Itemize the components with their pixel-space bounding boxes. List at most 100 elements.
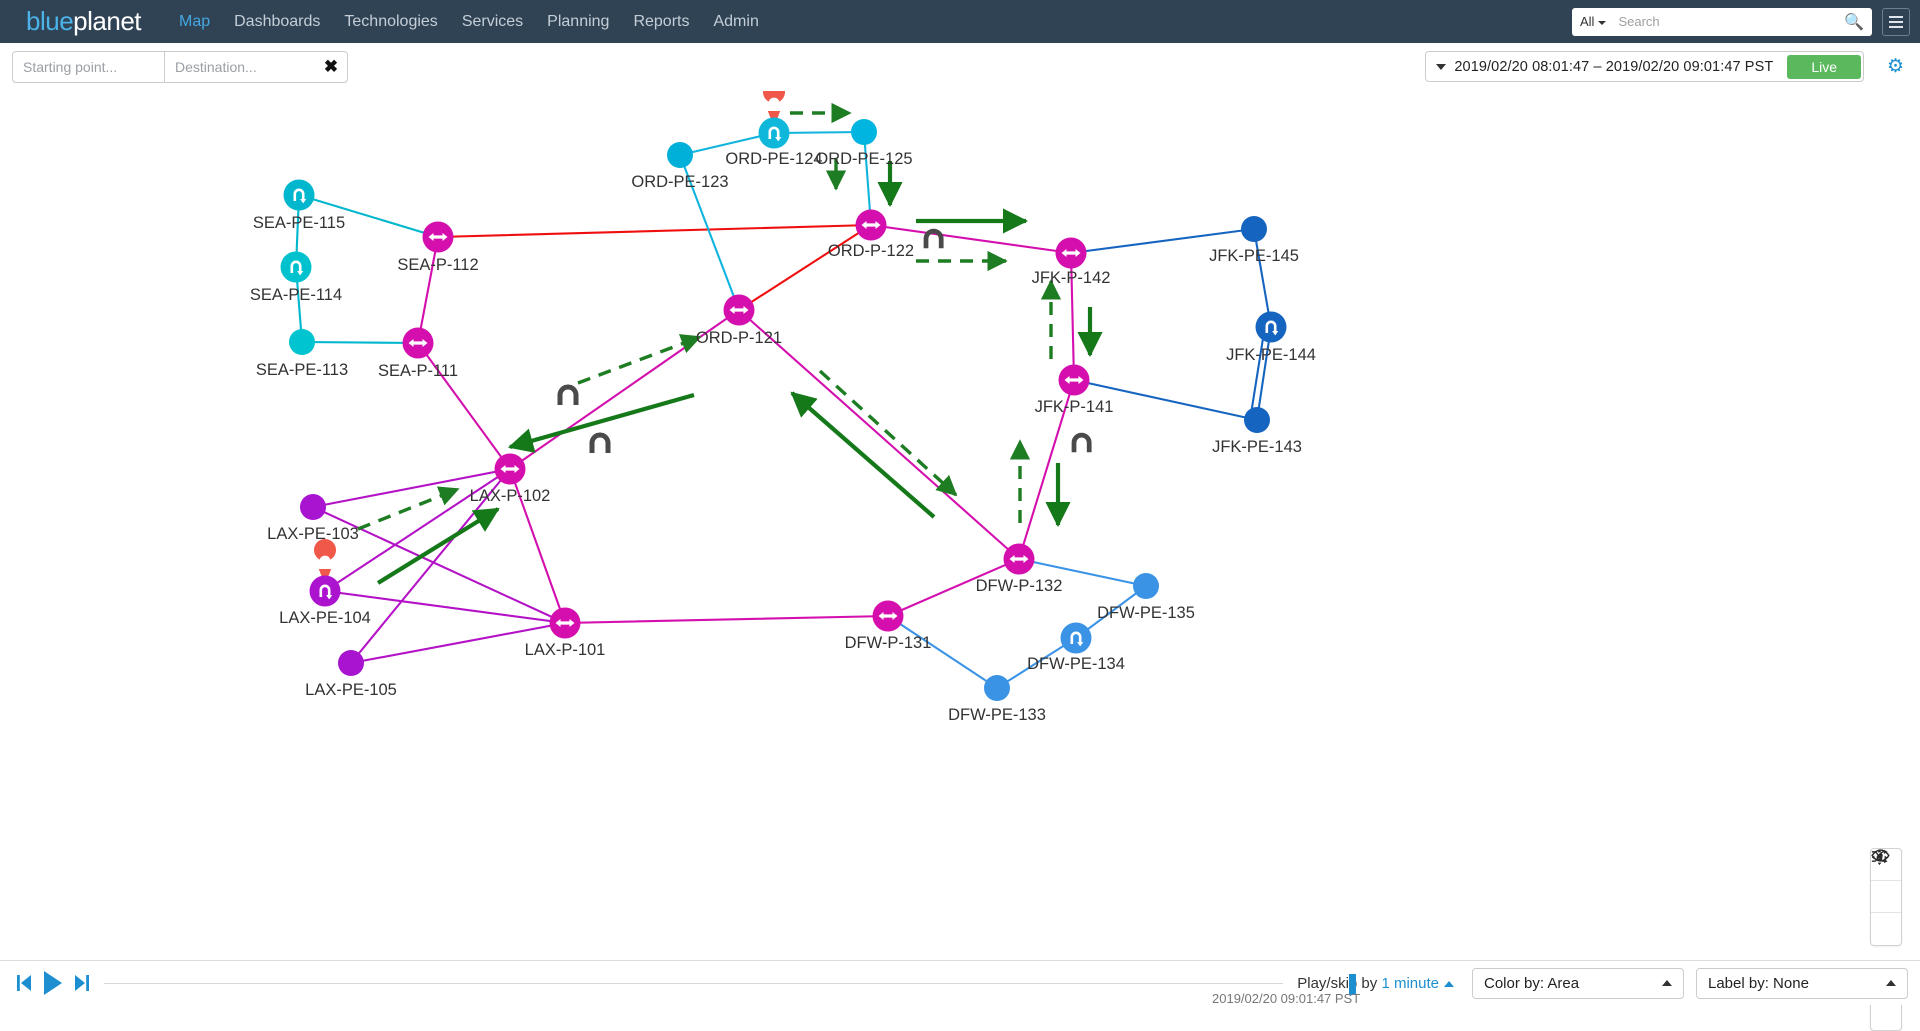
brand-logo-planet: planet [73, 6, 141, 36]
topology-node[interactable] [280, 251, 312, 283]
topology-node[interactable] [1003, 543, 1035, 575]
nav-item-dashboards[interactable]: Dashboards [222, 0, 332, 43]
global-search-box[interactable]: All 🔍 [1572, 7, 1872, 36]
node-label: JFK-PE-145 [1209, 247, 1299, 265]
node-circle[interactable] [338, 650, 364, 676]
label-by-select[interactable]: Label by: None [1696, 967, 1908, 999]
node-circle[interactable] [667, 142, 693, 168]
hamburger-bar [1889, 20, 1903, 23]
topology-node[interactable] [300, 494, 326, 520]
hamburger-bar [1889, 25, 1903, 28]
node-circle[interactable] [984, 675, 1010, 701]
node-circle[interactable] [300, 494, 326, 520]
topology-node[interactable] [1055, 237, 1087, 269]
hamburger-menu-icon[interactable] [1882, 7, 1910, 36]
destination-input[interactable] [165, 52, 315, 82]
nav-item-technologies[interactable]: Technologies [332, 0, 449, 43]
node-label: DFW-P-131 [845, 634, 932, 652]
node-label: JFK-P-141 [1035, 398, 1114, 416]
topology-node[interactable] [338, 650, 364, 676]
topology-node[interactable] [422, 221, 454, 253]
eye-icon[interactable] [1871, 849, 1901, 913]
topology-link[interactable] [436, 223, 873, 239]
topology-link[interactable] [737, 223, 873, 312]
endpoint-pin-hole [319, 555, 331, 567]
topology-node[interactable] [1060, 622, 1092, 654]
gear-icon[interactable]: ⚙ [1887, 57, 1904, 76]
play-skip-interval[interactable]: Play/skip by 1 minute [1297, 975, 1454, 992]
timeline-track[interactable] [104, 982, 1284, 984]
topology-node[interactable] [283, 179, 315, 211]
topology-node[interactable] [494, 453, 526, 485]
node-label: JFK-P-142 [1032, 269, 1111, 287]
node-circle[interactable] [1133, 573, 1159, 599]
node-circle[interactable] [1255, 311, 1287, 343]
topology-link[interactable] [563, 614, 890, 625]
topology-node[interactable] [667, 142, 693, 168]
playback-controls [16, 970, 90, 996]
topology-node[interactable] [984, 675, 1010, 701]
nav-item-planning[interactable]: Planning [535, 0, 621, 43]
search-input[interactable] [1616, 13, 1845, 30]
time-range-text: 2019/02/20 08:01:47 – 2019/02/20 09:01:4… [1454, 58, 1774, 75]
search-scope-dropdown[interactable]: All [1580, 14, 1607, 29]
live-button[interactable]: Live [1787, 54, 1861, 79]
node-circle[interactable] [758, 117, 790, 149]
topology-link[interactable] [737, 308, 1021, 561]
topology-node[interactable] [309, 539, 341, 607]
node-label: SEA-PE-114 [250, 286, 342, 304]
brand-logo[interactable]: blueplanet [26, 6, 141, 37]
node-circle[interactable] [289, 329, 315, 355]
topology-link[interactable] [416, 235, 440, 345]
topology-link[interactable] [1249, 331, 1266, 415]
topology-node[interactable] [872, 600, 904, 632]
topology-node[interactable] [1133, 573, 1159, 599]
nav-item-services[interactable]: Services [450, 0, 535, 43]
color-by-select[interactable]: Color by: Area [1472, 967, 1684, 999]
node-circle[interactable] [1241, 216, 1267, 242]
topology-node[interactable] [289, 329, 315, 355]
topology-link[interactable] [300, 340, 420, 345]
play-skip-value[interactable]: 1 minute [1381, 975, 1439, 992]
topology-link[interactable] [886, 614, 999, 690]
chevron-down-icon[interactable] [1436, 63, 1447, 70]
skip-to-start-icon[interactable] [16, 973, 32, 993]
topology-node[interactable] [1241, 216, 1267, 242]
node-label: ORD-PE-125 [815, 150, 912, 168]
topology-node[interactable] [758, 91, 790, 149]
shuffle-icon[interactable] [1871, 849, 1901, 945]
clear-route-icon[interactable]: ✖ [315, 52, 347, 82]
topology-node[interactable] [851, 119, 877, 145]
network-topology-map[interactable]: SEA-PE-115 SEA-PE-114 SEA-PE-113 SEA-P-112 S… [0, 91, 1920, 1031]
time-range-selector[interactable]: 2019/02/20 08:01:47 – 2019/02/20 09:01:4… [1425, 51, 1864, 82]
search-icon[interactable]: 🔍 [1844, 12, 1864, 32]
playback-bar: 2019/02/20 09:01:47 PST Play/skip by 1 m… [0, 960, 1920, 1006]
node-circle[interactable] [1244, 407, 1270, 433]
timeline[interactable]: 2019/02/20 09:01:47 PST [104, 961, 1360, 1006]
topology-node[interactable] [1244, 407, 1270, 433]
node-circle[interactable] [280, 251, 312, 283]
node-circle[interactable] [1060, 622, 1092, 654]
brand-logo-blue: blue [26, 6, 74, 36]
hamburger-bar [1889, 15, 1903, 18]
node-label: LAX-PE-104 [279, 609, 371, 627]
node-circle[interactable] [283, 179, 315, 211]
topology-node-labels: SEA-PE-115 SEA-PE-114 SEA-PE-113 SEA-P-112 S… [250, 150, 1316, 724]
play-icon[interactable] [42, 970, 64, 996]
topology-node[interactable] [1058, 364, 1090, 396]
node-label: LAX-P-102 [470, 487, 551, 505]
nav-item-map[interactable]: Map [167, 0, 222, 43]
nav-item-admin[interactable]: Admin [701, 0, 770, 43]
topology-node[interactable] [855, 209, 887, 241]
color-by-label: Color by: Area [1484, 974, 1580, 992]
node-circle[interactable] [851, 119, 877, 145]
hop-marker-icon [557, 384, 579, 405]
nav-item-reports[interactable]: Reports [621, 0, 701, 43]
skip-to-end-icon[interactable] [74, 973, 90, 993]
node-circle[interactable] [309, 575, 341, 607]
starting-point-input[interactable] [13, 52, 165, 82]
topology-node[interactable] [723, 294, 755, 326]
topology-node[interactable] [402, 327, 434, 359]
topology-node[interactable] [549, 607, 581, 639]
topology-node[interactable] [1255, 311, 1287, 343]
